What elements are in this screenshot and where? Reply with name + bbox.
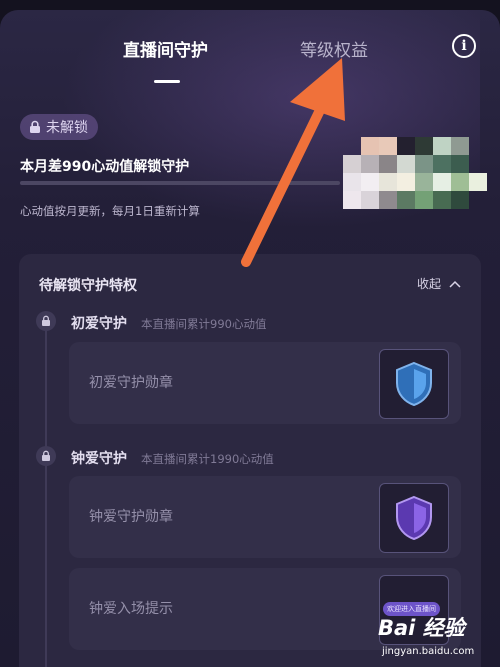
status-badge: 未解锁 xyxy=(20,114,98,140)
collapse-button[interactable]: 收起 xyxy=(417,275,461,292)
privilege-preview xyxy=(379,483,449,553)
collapse-label: 收起 xyxy=(416,277,441,291)
heart-value-progress xyxy=(20,181,340,185)
privilege-item: 初爱守护勋章 xyxy=(69,342,461,424)
pixelated-avatar xyxy=(343,137,487,209)
tab-bar: 直播间守护 等级权益 xyxy=(0,36,500,83)
watermark: Bai 经验 jingyan.baidu.com xyxy=(378,612,498,664)
section-title: 初爱守护 xyxy=(71,316,127,332)
timeline-lock-icon xyxy=(36,446,56,466)
reset-hint-text: 心动值按月更新，每月1日重新计算 xyxy=(20,204,200,218)
purple-shield-icon xyxy=(396,495,432,541)
privilege-item-label: 钟爱守护勋章 xyxy=(89,509,173,525)
privilege-item-label: 初爱守护勋章 xyxy=(89,375,173,391)
status-badge-label: 未解锁 xyxy=(46,120,88,136)
info-icon[interactable]: i xyxy=(452,34,476,58)
watermark-url: jingyan.baidu.com xyxy=(382,646,475,657)
timeline-lock-icon xyxy=(36,311,56,331)
active-tab-indicator xyxy=(154,80,180,83)
section-subtitle: 本直播间累计1990心动值 xyxy=(141,452,274,466)
section-title: 钟爱守护 xyxy=(71,451,127,467)
locked-privileges-card: 待解锁守护特权 收起 初爱守护 本直播间累计990心动值 初爱守护勋章 钟爱守护… xyxy=(19,254,481,667)
guard-panel: 直播间守护 等级权益 i 未解锁 本月差990心动值解锁守护 心动值按月更新，每… xyxy=(0,10,500,667)
privilege-item-label: 钟爱入场提示 xyxy=(89,601,173,617)
privilege-item: 钟爱守护勋章 xyxy=(69,476,461,558)
privilege-preview xyxy=(379,349,449,419)
section-subtitle: 本直播间累计990心动值 xyxy=(141,317,267,331)
timeline-line xyxy=(45,318,47,667)
tab-level-benefits[interactable]: 等级权益 xyxy=(300,36,368,61)
blue-shield-icon xyxy=(396,361,432,407)
card-title: 待解锁守护特权 xyxy=(39,278,137,294)
unlock-goal-text: 本月差990心动值解锁守护 xyxy=(20,159,190,175)
tab-room-guard[interactable]: 直播间守护 xyxy=(123,36,208,61)
watermark-brand: Bai 经验 xyxy=(378,616,465,640)
chevron-up-icon xyxy=(449,280,461,288)
lock-icon xyxy=(30,120,40,133)
